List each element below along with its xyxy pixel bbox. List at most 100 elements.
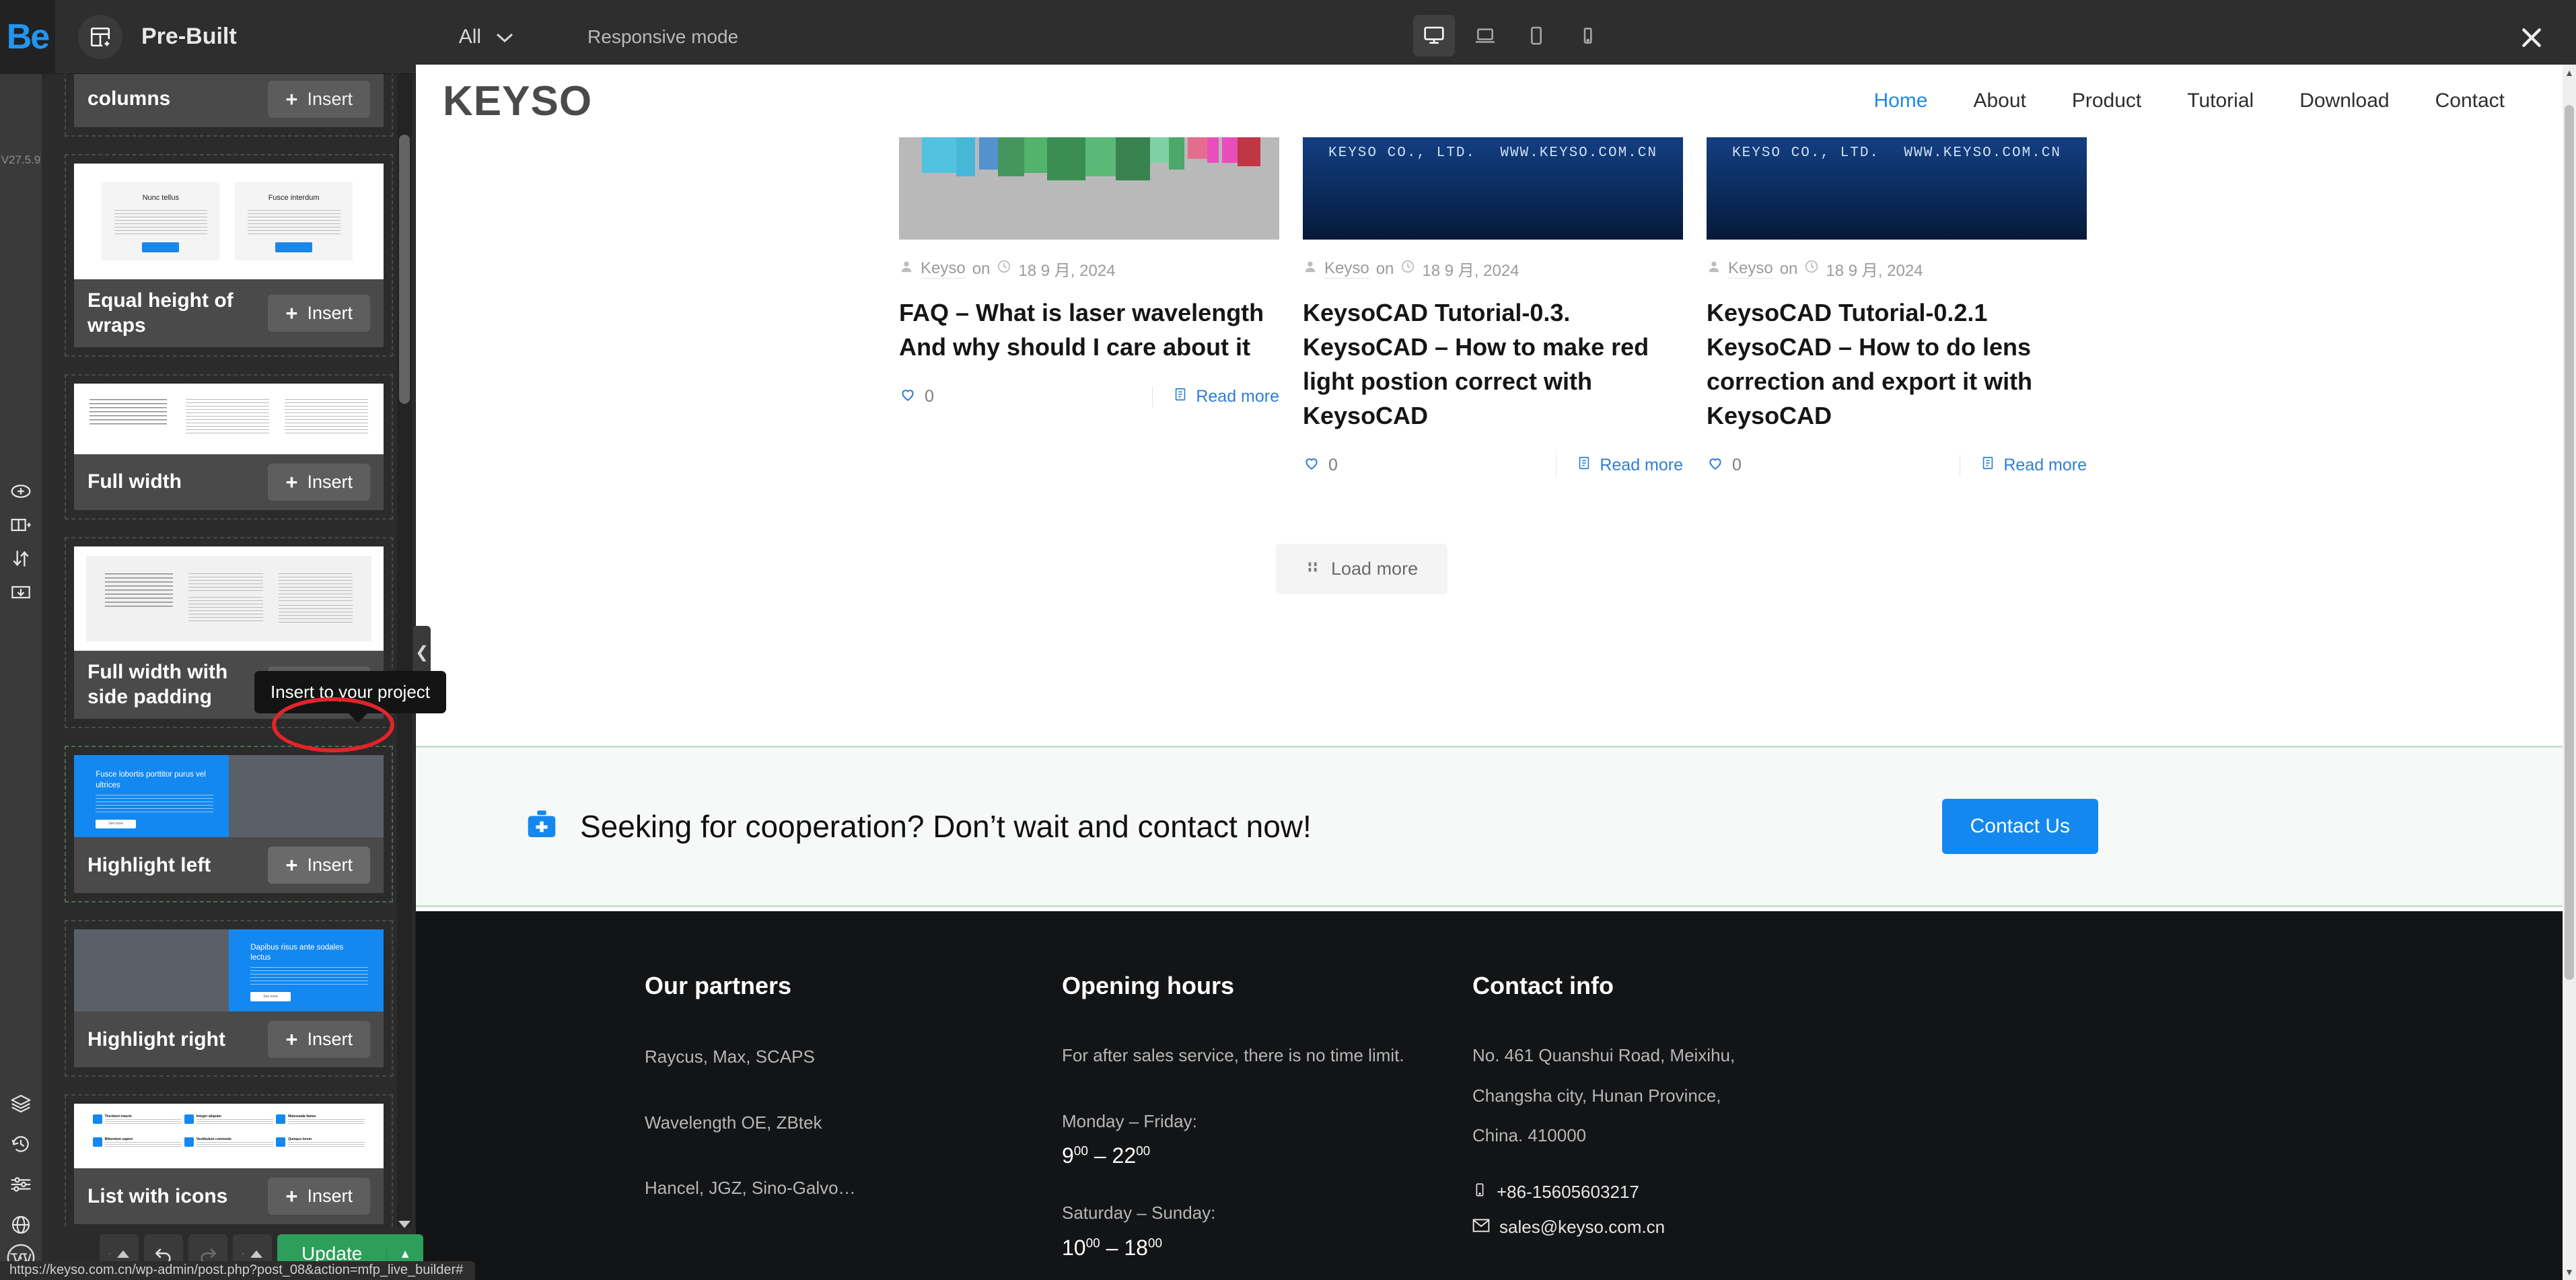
- read-more-link[interactable]: Read more: [1960, 455, 2087, 476]
- like-button[interactable]: 0: [1303, 454, 1338, 476]
- globe-icon[interactable]: [0, 1205, 42, 1245]
- document-icon: [1980, 455, 1995, 476]
- chat-icon: [276, 1137, 286, 1147]
- like-button[interactable]: 0: [1707, 454, 1742, 476]
- like-button[interactable]: 0: [899, 386, 934, 408]
- list-item[interactable]: Nunc tellus Fusce interdum Equal height …: [65, 154, 393, 357]
- post-title[interactable]: FAQ – What is laser wavelength And why s…: [899, 295, 1279, 364]
- device-laptop-button[interactable]: [1464, 15, 1506, 57]
- device-mobile-button[interactable]: [1567, 15, 1608, 57]
- heart-icon: [1707, 454, 1724, 476]
- heart-icon: [92, 1114, 102, 1124]
- post-footer: 0 Read more: [899, 386, 1279, 408]
- hours-to-hour: 22: [1112, 1143, 1137, 1168]
- post-date: 18 9 月, 2024: [1826, 262, 1923, 280]
- footer-hours-row: 900 – 2200: [1062, 1143, 1151, 1168]
- clock-icon: [1400, 259, 1415, 279]
- insert-button[interactable]: + Insert: [268, 295, 370, 332]
- history-icon[interactable]: [0, 1124, 42, 1164]
- contact-us-button[interactable]: Contact Us: [1941, 799, 2098, 854]
- author-icon: [1303, 259, 1318, 279]
- footer-text: Hancel, JGZ, Sino-Galvo…: [645, 1178, 856, 1199]
- settings-sliders-icon[interactable]: [0, 1164, 42, 1205]
- plus-icon: +: [285, 301, 298, 326]
- post-on-label: on: [1375, 259, 1394, 278]
- plus-icon: +: [285, 1028, 298, 1052]
- device-switcher: [1413, 15, 1608, 57]
- update-options-caret[interactable]: ▲: [386, 1246, 423, 1261]
- read-more-link[interactable]: Read more: [1556, 455, 1683, 476]
- footer-address-line: Changsha city, Hunan Province,: [1472, 1085, 1721, 1106]
- load-more-label: Load more: [1331, 559, 1419, 579]
- list-item[interactable]: Full width + Insert: [65, 374, 393, 520]
- nav-item-home[interactable]: Home: [1851, 90, 1950, 112]
- insert-button[interactable]: + Insert: [268, 464, 370, 501]
- preview-entry-title: Tincidunt mauris: [104, 1114, 132, 1118]
- hours-from-hour: 10: [1062, 1235, 1086, 1260]
- preview-button: See more: [96, 819, 136, 828]
- blog-post-grid: Keyso on 18 9 月, 2024 FAQ – What is lase…: [416, 65, 2563, 549]
- hours-to-min: 00: [1136, 1144, 1151, 1159]
- footer-text: Saturday – Sunday:: [1062, 1203, 1216, 1223]
- insert-button[interactable]: + Insert: [268, 1178, 370, 1215]
- insert-button[interactable]: + Insert: [268, 1021, 370, 1059]
- nav-item-tutorial[interactable]: Tutorial: [2164, 90, 2277, 112]
- nav-item-download[interactable]: Download: [2277, 90, 2412, 112]
- preview-entry-title: Integer aliquam: [196, 1114, 221, 1118]
- footer-heading: Opening hours: [1062, 972, 1234, 999]
- list-item-highlight-left[interactable]: Fusce lobortis porttitor purus vel ultri…: [65, 746, 393, 903]
- plus-icon: +: [285, 1184, 298, 1209]
- hours-from-hour: 9: [1062, 1143, 1074, 1168]
- preview-entry-title: Vestibulum commodo: [196, 1137, 231, 1142]
- nav-item-contact[interactable]: Contact: [2412, 90, 2528, 112]
- insert-button[interactable]: + Insert: [268, 81, 370, 118]
- close-icon[interactable]: [2517, 23, 2546, 52]
- nav-item-about[interactable]: About: [1950, 90, 2048, 112]
- heart-icon: [1303, 454, 1320, 476]
- list-item[interactable]: Dapibus risus ante sodales lectus See mo…: [65, 920, 393, 1077]
- canvas-scrollbar[interactable]: ▲ ▼: [2563, 65, 2576, 1280]
- hours-to-min: 00: [1147, 1236, 1163, 1251]
- document-icon: [1577, 455, 1591, 476]
- clock-icon: [1804, 259, 1819, 279]
- save-to-library-icon[interactable]: [0, 572, 42, 612]
- device-desktop-button[interactable]: [1413, 15, 1455, 57]
- read-more-link[interactable]: Read more: [1152, 386, 1279, 408]
- insert-label: Insert: [307, 1029, 353, 1050]
- hours-from-min: 00: [1085, 1236, 1100, 1251]
- footer-phone[interactable]: +86-15605603217: [1472, 1180, 1903, 1205]
- category-filter-dropdown[interactable]: All: [459, 26, 513, 48]
- site-logo[interactable]: KEYSO: [416, 65, 1276, 137]
- tile-label: List with icons: [87, 1184, 228, 1207]
- canvas-scrollbar-thumb[interactable]: [2565, 105, 2574, 980]
- post-title[interactable]: KeysoCAD Tutorial-0.3. KeysoCAD – How to…: [1303, 295, 1683, 433]
- nav-item-product[interactable]: Product: [2049, 90, 2164, 112]
- envelope-icon: [1472, 1217, 1490, 1238]
- canvas-scroll-up-arrow[interactable]: ▲: [2565, 67, 2574, 78]
- chevron-down-icon: [496, 26, 513, 48]
- footer-address-line: China. 410000: [1472, 1125, 1587, 1146]
- brand-logo[interactable]: Be: [0, 0, 55, 74]
- footer-email[interactable]: sales@keyso.com.cn: [1472, 1217, 1903, 1238]
- preview-entry: Bibendum sapien: [92, 1137, 182, 1158]
- layers-icon[interactable]: [0, 1083, 42, 1124]
- list-item[interactable]: columns + Insert: [65, 74, 393, 137]
- device-tablet-button[interactable]: [1515, 15, 1557, 57]
- insert-button-highlight-left[interactable]: + Insert: [268, 847, 370, 884]
- read-more-label: Read more: [1196, 387, 1279, 406]
- clock-icon: [184, 1137, 194, 1147]
- load-more-button[interactable]: Load more: [1276, 544, 1448, 594]
- mobile-phone-icon: [1472, 1180, 1487, 1205]
- list-item[interactable]: Tincidunt mauris Integer aliquam Malesua…: [65, 1094, 393, 1234]
- preview-entry-title: Bibendum sapien: [104, 1137, 133, 1142]
- heart-icon: [899, 386, 917, 408]
- canvas-scroll-down-arrow[interactable]: ▼: [2565, 1267, 2574, 1277]
- panel-scrollbar-thumb[interactable]: [399, 135, 410, 404]
- footer-text: Wavelength OE, ZBtek: [645, 1112, 822, 1133]
- preview-entry-title: Malesuada fames: [288, 1114, 316, 1118]
- footer-hours-row: 1000 – 1800: [1062, 1235, 1163, 1260]
- footer-phone-number: +86-15605603217: [1497, 1181, 1639, 1202]
- preview-button: See more: [250, 992, 291, 1001]
- post-title[interactable]: KeysoCAD Tutorial-0.2.1 KeysoCAD – How t…: [1707, 295, 2087, 433]
- add-section-icon[interactable]: [78, 14, 122, 59]
